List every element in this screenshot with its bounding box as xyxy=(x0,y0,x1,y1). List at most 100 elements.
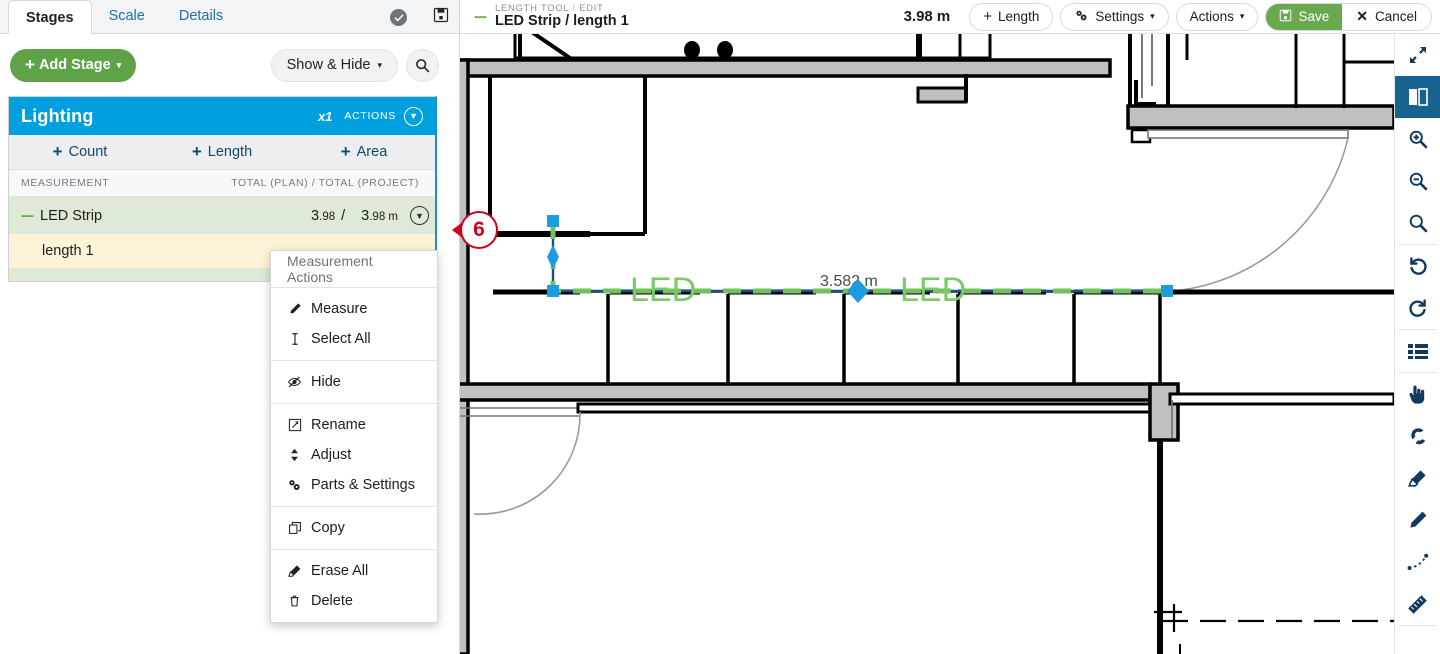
right-toolbar xyxy=(1394,34,1440,654)
settings-button[interactable]: Settings ▾ xyxy=(1060,2,1169,31)
ruler-icon[interactable] xyxy=(1395,583,1440,625)
cancel-button[interactable]: ✕ Cancel xyxy=(1342,3,1431,30)
stage-actions-caret-icon[interactable]: ▼ xyxy=(404,106,423,126)
measurement-table-header: MEASUREMENT TOTAL (PLAN) / TOTAL (PROJEC… xyxy=(9,170,435,197)
hand-pointer-icon[interactable] xyxy=(1395,373,1440,415)
menu-item-erase-all[interactable]: Erase All xyxy=(271,556,437,586)
pencil-icon[interactable] xyxy=(1395,499,1440,541)
table-row[interactable]: --- LED Strip 3.98 / 3.98 m ▼ xyxy=(9,197,435,234)
zoom-in-icon[interactable] xyxy=(1395,118,1440,160)
add-count-label: Count xyxy=(68,144,108,160)
menu-group-5: Erase All Delete xyxy=(271,550,437,622)
actions-label: Actions xyxy=(1189,9,1234,24)
add-area-button[interactable]: + Area xyxy=(293,135,435,169)
add-length-button[interactable]: + Length xyxy=(969,2,1054,31)
measurement-actions-menu: Measurement Actions Measure Select All H… xyxy=(270,250,438,623)
tab-scale[interactable]: Scale xyxy=(92,0,162,33)
gears-icon xyxy=(287,478,302,492)
curve-icon[interactable] xyxy=(1395,541,1440,583)
gears-icon xyxy=(1074,9,1089,25)
floorplan-canvas[interactable]: LED LED 3.582 m xyxy=(460,34,1394,654)
totals-separator: / xyxy=(341,207,346,224)
floppy-disk-icon[interactable] xyxy=(433,7,449,28)
menu-item-label: Copy xyxy=(311,520,345,536)
vertex-handle[interactable] xyxy=(547,285,559,297)
copy-icon xyxy=(287,521,302,535)
stage-title: Lighting xyxy=(21,105,94,126)
measurement-overlay[interactable]: LED LED 3.582 m xyxy=(547,215,1173,309)
save-button[interactable]: Save xyxy=(1266,3,1343,30)
floorplan-walls xyxy=(460,34,1394,654)
stage-add-buttons: + Count + Length + Area xyxy=(9,135,435,170)
floppy-disk-icon xyxy=(1279,9,1292,25)
zoom-out-icon[interactable] xyxy=(1395,160,1440,202)
settings-label: Settings xyxy=(1095,9,1145,24)
split-panel-icon[interactable] xyxy=(1395,76,1440,118)
menu-item-adjust[interactable]: Adjust xyxy=(271,440,437,470)
pencil-icon xyxy=(287,302,302,316)
menu-item-label: Delete xyxy=(311,593,353,609)
strip-label: LED xyxy=(630,271,696,309)
vertex-handle[interactable] xyxy=(547,215,559,227)
actions-button[interactable]: Actions ▾ xyxy=(1175,2,1259,31)
add-stage-label: Add Stage xyxy=(38,57,111,73)
divider xyxy=(1399,625,1436,626)
floorplan-drawing: LED LED 3.582 m xyxy=(460,34,1394,654)
show-hide-button[interactable]: Show & Hide ▾ xyxy=(270,48,398,82)
plus-icon: + xyxy=(25,55,35,74)
plus-icon: + xyxy=(52,142,63,161)
menu-item-delete[interactable]: Delete xyxy=(271,586,437,616)
menu-item-measure[interactable]: Measure xyxy=(271,294,437,324)
redo-icon[interactable] xyxy=(1395,287,1440,329)
check-circle-icon[interactable] xyxy=(390,9,407,26)
stage-multiplier: x1 xyxy=(317,108,333,124)
chevron-down-icon: ▾ xyxy=(1239,11,1245,21)
menu-item-label: Parts & Settings xyxy=(311,477,415,493)
menu-item-select-all[interactable]: Select All xyxy=(271,324,437,354)
sub-measurement-name: length 1 xyxy=(42,243,94,259)
menu-item-label: Hide xyxy=(311,374,341,390)
measurement-name: LED Strip xyxy=(40,207,103,224)
search-button[interactable] xyxy=(406,48,439,82)
add-stage-button[interactable]: + Add Stage ▾ xyxy=(10,48,137,82)
row-totals: 3.98 / 3.98 m ▼ xyxy=(311,206,429,225)
zoom-search-icon[interactable] xyxy=(1395,202,1440,244)
menu-title: Measurement Actions xyxy=(271,251,437,288)
magnet-icon[interactable] xyxy=(1395,415,1440,457)
menu-item-parts-settings[interactable]: Parts & Settings xyxy=(271,470,437,500)
stages-toolbar: + Add Stage ▾ Show & Hide ▾ xyxy=(0,34,459,96)
close-icon: ✕ xyxy=(1356,8,1368,24)
callout-number: 6 xyxy=(460,211,498,249)
chevron-down-icon: ▾ xyxy=(116,59,122,70)
menu-item-label: Erase All xyxy=(311,563,369,579)
midpoint-handle[interactable] xyxy=(547,245,559,269)
add-count-button[interactable]: + Count xyxy=(9,135,151,169)
editor-header: --- LENGTH TOOL / EDIT LED Strip / lengt… xyxy=(460,0,1440,34)
eye-slash-icon xyxy=(287,375,302,389)
chevron-down-icon: ▾ xyxy=(1150,11,1155,21)
header-total-value: 3.98 m xyxy=(903,8,951,25)
panel-tabbar: Stages Scale Details xyxy=(0,0,459,34)
column-totals: TOTAL (PLAN) / TOTAL (PROJECT) xyxy=(231,177,419,189)
measurement-length-label: 3.582 m xyxy=(820,273,878,290)
strip-label: LED xyxy=(900,271,966,309)
menu-group-1: Measure Select All xyxy=(271,288,437,361)
add-length-button[interactable]: + Length xyxy=(151,135,293,169)
menu-item-rename[interactable]: Rename xyxy=(271,410,437,440)
eraser-icon[interactable] xyxy=(1395,457,1440,499)
menu-item-label: Adjust xyxy=(311,447,352,463)
rename-box-icon xyxy=(287,418,302,432)
tab-details[interactable]: Details xyxy=(162,0,240,33)
row-actions-caret-icon[interactable]: ▼ xyxy=(410,206,429,225)
undo-icon[interactable] xyxy=(1395,245,1440,287)
search-icon xyxy=(416,58,430,72)
list-icon[interactable] xyxy=(1395,330,1440,372)
menu-item-copy[interactable]: Copy xyxy=(271,513,437,543)
vertex-handle[interactable] xyxy=(1161,285,1173,297)
page-title: LED Strip / length 1 xyxy=(495,12,629,29)
total-plan: 3.98 xyxy=(311,207,336,224)
menu-item-hide[interactable]: Hide xyxy=(271,367,437,397)
text-cursor-icon xyxy=(287,332,302,346)
tab-stages[interactable]: Stages xyxy=(8,0,92,34)
fullscreen-icon[interactable] xyxy=(1395,34,1440,76)
